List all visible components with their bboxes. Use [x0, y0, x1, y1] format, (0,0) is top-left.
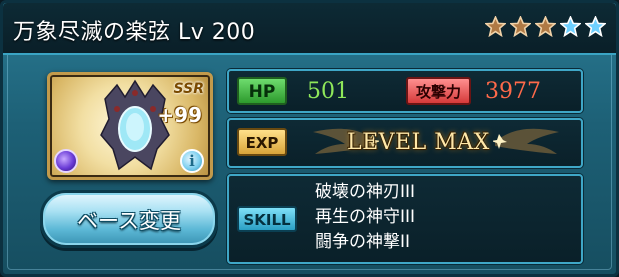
weapon-art-icon: [100, 79, 170, 171]
star-icon: [510, 16, 531, 37]
star-icon: [585, 16, 606, 37]
star-icon: [485, 16, 506, 37]
star-icon: [560, 16, 581, 37]
exp-row: EXP LEVEL MAX: [227, 118, 583, 168]
star-icon: [535, 16, 556, 37]
attack-value: 3977: [485, 79, 541, 104]
uncap-stars: [485, 16, 606, 37]
skills-row: SKILL 破壊の神刃III 再生の神守III 闘争の神撃II: [227, 174, 583, 264]
exp-label: EXP: [237, 128, 287, 156]
change-base-button-label: ベース変更: [77, 209, 181, 233]
skill-list: 破壊の神刃III 再生の神守III 闘争の神撃II: [315, 180, 415, 255]
weapon-detail-panel: 万象尽滅の楽弦 Lv 200 SSR +99 i ベース変更 HP 501 攻撃…: [0, 0, 619, 277]
dark-element-icon: [54, 149, 78, 173]
right-wing-ornament-icon: [493, 128, 559, 154]
hp-label: HP: [237, 77, 287, 105]
skill-item[interactable]: 再生の神守III: [315, 205, 415, 230]
attack-label: 攻撃力: [406, 77, 471, 105]
hp-value: 501: [307, 79, 349, 104]
skill-item[interactable]: 闘争の神撃II: [315, 230, 415, 255]
info-icon[interactable]: i: [180, 149, 204, 173]
change-base-button[interactable]: ベース変更: [40, 190, 218, 248]
weapon-portrait[interactable]: SSR +99 i: [47, 72, 213, 180]
stats-row: HP 501 攻撃力 3977: [227, 69, 583, 113]
plus-bonus-badge: +99: [157, 103, 202, 127]
rarity-badge: SSR: [173, 81, 204, 97]
skill-item[interactable]: 破壊の神刃III: [315, 180, 415, 205]
skill-label: SKILL: [237, 206, 297, 232]
header-bar: 万象尽滅の楽弦 Lv 200: [3, 3, 616, 55]
weapon-title: 万象尽滅の楽弦 Lv 200: [13, 20, 256, 45]
level-max-status: LEVEL MAX: [347, 130, 490, 155]
